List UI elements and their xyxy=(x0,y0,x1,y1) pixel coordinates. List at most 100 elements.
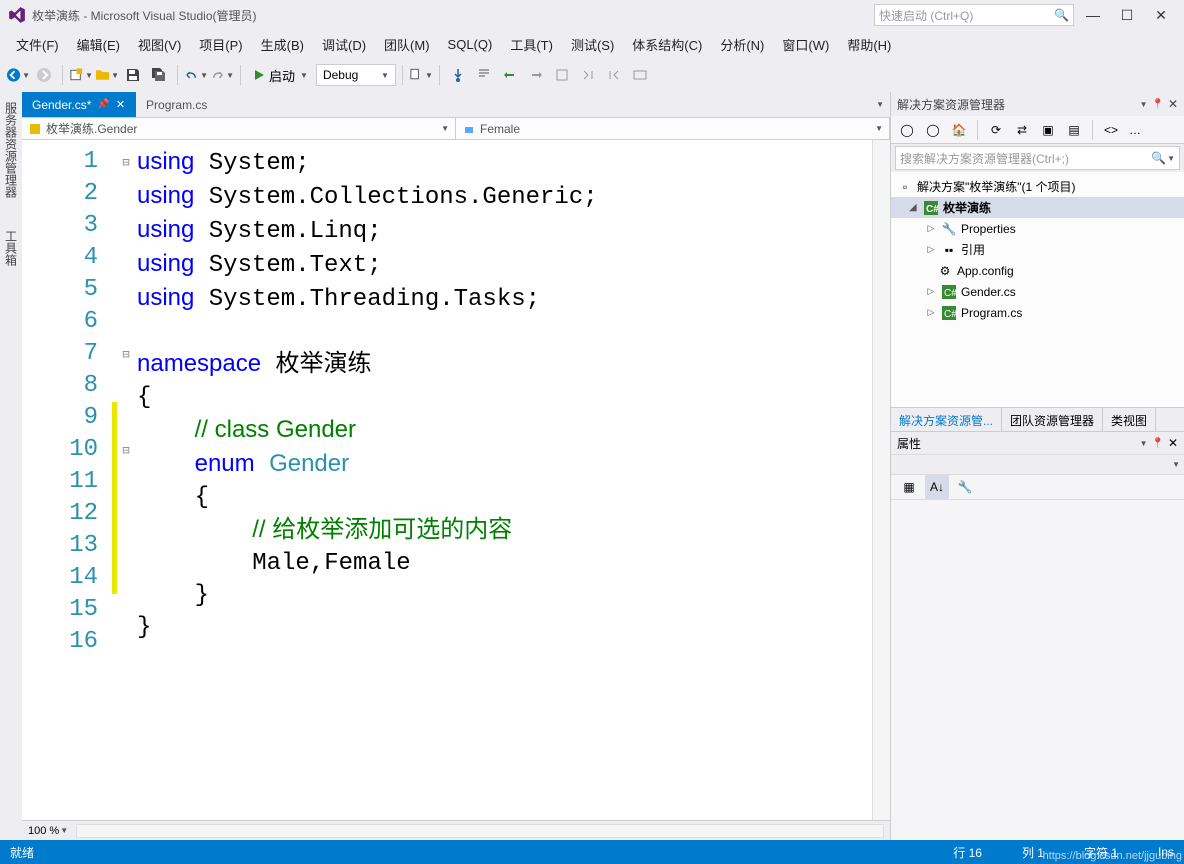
new-project-button[interactable]: ▼ xyxy=(69,63,93,87)
menu-测试s[interactable]: 测试(S) xyxy=(563,31,622,58)
menu-文件f[interactable]: 文件(F) xyxy=(8,31,67,58)
zoom-level[interactable]: 100 % xyxy=(28,825,59,837)
search-icon: 🔍 xyxy=(1054,8,1069,22)
uncomment-button[interactable] xyxy=(498,63,522,87)
fold-column[interactable]: ⊟ ⊟ ⊟ xyxy=(117,140,135,820)
config-dropdown[interactable]: Debug▼ xyxy=(316,64,396,86)
tool-btn-7[interactable] xyxy=(576,63,600,87)
panel-menu-icon[interactable]: ▼ xyxy=(1140,439,1148,448)
back-icon[interactable]: ◯ xyxy=(895,118,919,142)
server-explorer-tab[interactable]: 服务器资源管理器 xyxy=(1,96,22,204)
horizontal-scrollbar[interactable] xyxy=(76,824,884,838)
categorized-icon[interactable]: ▦ xyxy=(897,475,921,499)
solution-search-input[interactable]: 搜索解决方案资源管理器(Ctrl+;) 🔍▼ xyxy=(895,146,1180,170)
member-dropdown[interactable]: Female ▼ xyxy=(456,118,890,139)
expand-icon[interactable]: ▷ xyxy=(925,286,937,297)
close-button[interactable]: ✕ xyxy=(1146,5,1176,25)
expand-icon[interactable]: ▷ xyxy=(925,223,937,234)
menu-工具t[interactable]: 工具(T) xyxy=(502,31,561,58)
menu-调试d[interactable]: 调试(D) xyxy=(314,31,374,58)
close-panel-icon[interactable]: ✕ xyxy=(1168,97,1178,111)
chevron-down-icon: ▼ xyxy=(441,124,449,133)
menu-帮助h[interactable]: 帮助(H) xyxy=(839,31,899,58)
tab-team-explorer[interactable]: 团队资源管理器 xyxy=(1002,408,1103,431)
property-pages-icon[interactable]: 🔧 xyxy=(953,475,977,499)
panel-title: 解决方案资源管理器 xyxy=(897,96,1005,113)
solution-tree[interactable]: ▫ 解决方案"枚举演练"(1 个项目) ◢ C# 枚举演练 ▷ 🔧 Proper… xyxy=(891,172,1184,407)
svg-text:C#: C# xyxy=(944,309,956,320)
tab-gender-cs[interactable]: Gender.cs* 📌 ✕ xyxy=(22,92,136,117)
pin-icon[interactable]: 📍 xyxy=(1151,99,1163,110)
tool-btn-5[interactable] xyxy=(524,63,548,87)
main-toolbar: ▼ ▼ ▼ ▼ ▼ 启动▼ Debug▼ ▼ xyxy=(0,58,1184,92)
refresh-icon[interactable]: ⟳ xyxy=(984,118,1008,142)
pin-icon[interactable]: 📌 xyxy=(97,99,109,110)
dropdown-icon[interactable]: ▼ xyxy=(1172,460,1180,469)
toolbox-tab[interactable]: 工具箱 xyxy=(1,224,22,272)
tool-btn-9[interactable] xyxy=(628,63,652,87)
tool-btn-1[interactable]: ▼ xyxy=(409,63,433,87)
close-panel-icon[interactable]: ✕ xyxy=(1168,436,1178,450)
field-icon xyxy=(462,122,476,136)
nav-forward-button[interactable] xyxy=(32,63,56,87)
code-view-icon[interactable]: <> xyxy=(1099,118,1123,142)
close-tab-icon[interactable]: ✕ xyxy=(116,98,125,111)
wrench-icon: 🔧 xyxy=(941,222,957,236)
zoom-dropdown-icon[interactable]: ▼ xyxy=(60,826,68,835)
svg-text:C#: C# xyxy=(926,204,938,215)
expand-icon[interactable]: ▷ xyxy=(925,244,937,255)
panel-menu-icon[interactable]: ▼ xyxy=(1140,100,1148,109)
appconfig-node[interactable]: ⚙ App.config xyxy=(891,260,1184,281)
menu-视图v[interactable]: 视图(V) xyxy=(130,31,189,58)
forward-icon[interactable]: ◯ xyxy=(921,118,945,142)
maximize-button[interactable]: ☐ xyxy=(1112,5,1142,25)
solution-toolbar: ◯ ◯ 🏠 ⟳ ⇄ ▣ ▤ <> … xyxy=(891,116,1184,144)
tool-btn-8[interactable] xyxy=(602,63,626,87)
properties-node[interactable]: ▷ 🔧 Properties xyxy=(891,218,1184,239)
solution-node[interactable]: ▫ 解决方案"枚举演练"(1 个项目) xyxy=(891,176,1184,197)
tab-dropdown-icon[interactable]: ▼ xyxy=(876,100,884,109)
expand-icon[interactable]: ◢ xyxy=(907,202,919,213)
tab-solution-explorer[interactable]: 解决方案资源管... xyxy=(891,408,1002,431)
sync-icon[interactable]: ⇄ xyxy=(1010,118,1034,142)
tab-program-cs[interactable]: Program.cs xyxy=(136,92,218,117)
program-cs-node[interactable]: ▷ C# Program.cs xyxy=(891,302,1184,323)
code-editor[interactable]: 12345678910111213141516 ⊟ ⊟ ⊟ using Syst… xyxy=(22,140,890,820)
vertical-scrollbar[interactable] xyxy=(872,140,890,820)
overflow-icon[interactable]: … xyxy=(1125,123,1145,137)
show-all-icon[interactable]: ▣ xyxy=(1036,118,1060,142)
menu-项目p[interactable]: 项目(P) xyxy=(191,31,250,58)
menu-编辑e[interactable]: 编辑(E) xyxy=(69,31,128,58)
quick-launch-input[interactable]: 快速启动 (Ctrl+Q) 🔍 xyxy=(874,4,1074,26)
open-file-button[interactable]: ▼ xyxy=(95,63,119,87)
minimize-button[interactable]: — xyxy=(1078,5,1108,25)
redo-button[interactable]: ▼ xyxy=(210,63,234,87)
project-node[interactable]: ◢ C# 枚举演练 xyxy=(891,197,1184,218)
menu-sqlq[interactable]: SQL(Q) xyxy=(440,33,501,56)
properties-grid[interactable] xyxy=(891,500,1184,840)
nav-back-button[interactable]: ▼ xyxy=(6,63,30,87)
menu-体系结构c[interactable]: 体系结构(C) xyxy=(624,31,710,58)
gender-cs-node[interactable]: ▷ C# Gender.cs xyxy=(891,281,1184,302)
menu-分析n[interactable]: 分析(N) xyxy=(712,31,772,58)
home-icon[interactable]: 🏠 xyxy=(947,118,971,142)
expand-icon[interactable]: ▷ xyxy=(925,307,937,318)
pin-icon[interactable]: 📍 xyxy=(1151,438,1163,449)
step-into-button[interactable] xyxy=(446,63,470,87)
type-dropdown[interactable]: 枚举演练.Gender ▼ xyxy=(22,118,456,139)
properties-icon[interactable]: ▤ xyxy=(1062,118,1086,142)
save-all-button[interactable] xyxy=(147,63,171,87)
save-button[interactable] xyxy=(121,63,145,87)
menu-生成b[interactable]: 生成(B) xyxy=(253,31,312,58)
comment-button[interactable] xyxy=(472,63,496,87)
alphabetical-icon[interactable]: A↓ xyxy=(925,475,949,499)
code-content[interactable]: using System; using System.Collections.G… xyxy=(135,140,872,820)
menu-窗口w[interactable]: 窗口(W) xyxy=(774,31,837,58)
undo-button[interactable]: ▼ xyxy=(184,63,208,87)
references-node[interactable]: ▷ ▪▪ 引用 xyxy=(891,239,1184,260)
properties-title: 属性 xyxy=(897,435,921,452)
tab-class-view[interactable]: 类视图 xyxy=(1103,408,1156,431)
menu-团队m[interactable]: 团队(M) xyxy=(376,31,438,58)
start-debug-button[interactable]: 启动▼ xyxy=(247,63,314,87)
tool-btn-6[interactable] xyxy=(550,63,574,87)
